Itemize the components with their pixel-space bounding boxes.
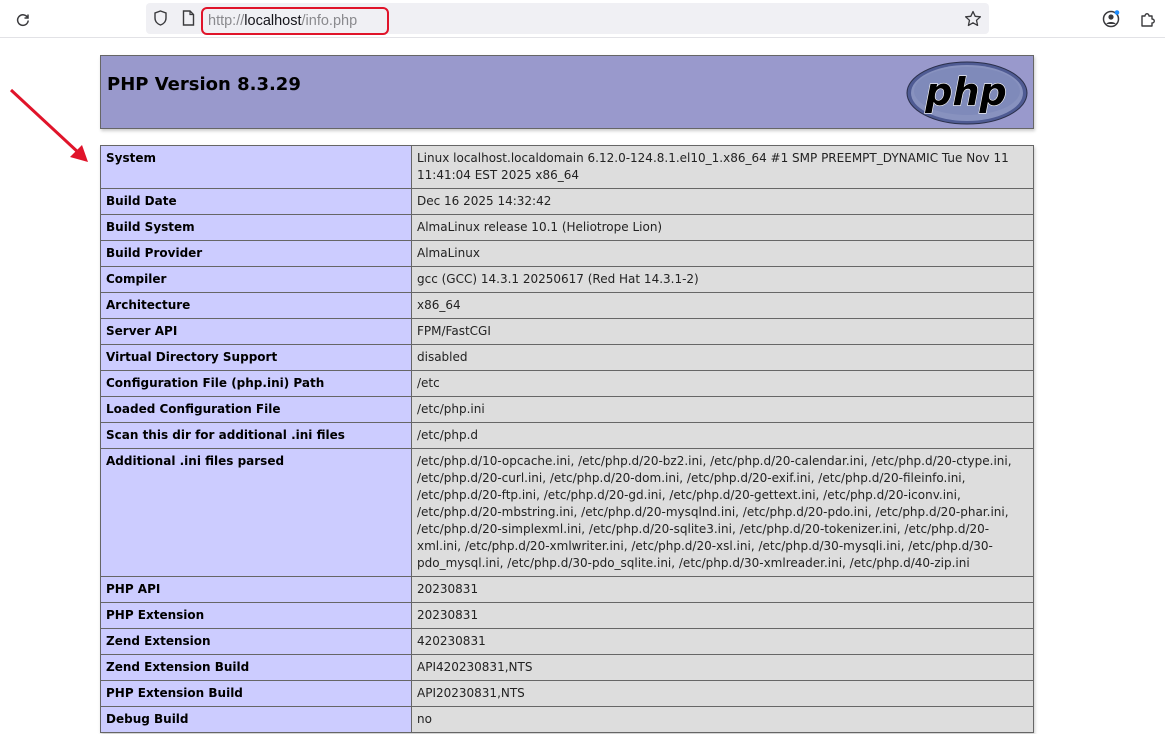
- info-value: /etc/php.d/10-opcache.ini, /etc/php.d/20…: [411, 448, 1034, 577]
- table-row: Additional .ini files parsed/etc/php.d/1…: [100, 448, 1034, 577]
- info-value: 420230831: [411, 628, 1034, 655]
- info-key: Compiler: [100, 266, 412, 293]
- table-row: Loaded Configuration File/etc/php.ini: [100, 396, 1034, 423]
- info-value: API20230831,NTS: [411, 680, 1034, 707]
- info-key: Zend Extension Build: [100, 654, 412, 681]
- info-value: 20230831: [411, 602, 1034, 629]
- info-value: FPM/FastCGI: [411, 318, 1034, 345]
- extensions-icon[interactable]: [1136, 7, 1160, 31]
- table-row: System Linux localhost.localdomain 6.12.0…: [100, 145, 1034, 189]
- logo-text: php: [924, 70, 1006, 114]
- account-icon[interactable]: [1099, 7, 1123, 31]
- table-row: Build Provider AlmaLinux: [100, 240, 1034, 267]
- info-value: /etc/php.d: [411, 422, 1034, 449]
- url-scheme: http://: [208, 13, 245, 29]
- table-row: Debug Build no: [100, 706, 1034, 733]
- shield-icon[interactable]: [152, 10, 168, 26]
- info-value: /etc/php.ini: [411, 396, 1034, 423]
- browser-toolbar: http://localhost/info.php: [0, 0, 1165, 38]
- info-value: API420230831,NTS: [411, 654, 1034, 681]
- url-text[interactable]: http://localhost/info.php: [201, 7, 389, 35]
- table-row: PHP Extension Build API20230831,NTS: [100, 680, 1034, 707]
- info-key: Build Provider: [100, 240, 412, 267]
- table-row: Configuration File (php.ini) Path/etc: [100, 370, 1034, 397]
- php-logo: php: [906, 61, 1028, 125]
- info-key: Virtual Directory Support: [100, 344, 412, 371]
- phpinfo-page: PHP Version 8.3.29 php System Linux local…: [100, 55, 1034, 733]
- table-row: Architecture x86_64: [100, 292, 1034, 319]
- info-key: Loaded Configuration File: [100, 396, 412, 423]
- page-icon[interactable]: [180, 10, 196, 26]
- url-host: localhost: [244, 13, 302, 29]
- table-row: PHP Extension 20230831: [100, 602, 1034, 629]
- info-value: 20230831: [411, 576, 1034, 603]
- table-row: Zend Extension 420230831: [100, 628, 1034, 655]
- annotation-arrow: [9, 88, 88, 162]
- info-key: System: [100, 145, 412, 189]
- reload-icon[interactable]: [11, 7, 35, 31]
- info-key: Additional .ini files parsed: [100, 448, 412, 577]
- info-key: PHP Extension Build: [100, 680, 412, 707]
- table-row: Build Date Dec 16 2025 14:32:42: [100, 188, 1034, 215]
- table-row: Compiler gcc (GCC) 14.3.1 20250617 (Red H…: [100, 266, 1034, 293]
- table-row: Build System AlmaLinux release 10.1 (Heli…: [100, 214, 1034, 241]
- info-key: Scan this dir for additional .ini files: [100, 422, 412, 449]
- info-key: PHP API: [100, 576, 412, 603]
- info-key: Debug Build: [100, 706, 412, 733]
- info-key: Server API: [100, 318, 412, 345]
- info-value: x86_64: [411, 292, 1034, 319]
- info-key: Build System: [100, 214, 412, 241]
- info-key: Configuration File (php.ini) Path: [100, 370, 412, 397]
- table-row: Scan this dir for additional .ini files /…: [100, 422, 1034, 449]
- info-value: Dec 16 2025 14:32:42: [411, 188, 1034, 215]
- info-value: no: [411, 706, 1034, 733]
- page-title: PHP Version 8.3.29: [107, 74, 301, 95]
- url-bar[interactable]: http://localhost/info.php: [146, 3, 989, 35]
- info-value: /etc: [411, 370, 1034, 397]
- table-row: Server API FPM/FastCGI: [100, 318, 1034, 345]
- table-row: Zend Extension Build API420230831,NTS: [100, 654, 1034, 681]
- info-key: PHP Extension: [100, 602, 412, 629]
- info-key: Architecture: [100, 292, 412, 319]
- phpinfo-header: PHP Version 8.3.29 php: [100, 55, 1034, 129]
- info-value: Linux localhost.localdomain 6.12.0-124.8…: [411, 145, 1034, 189]
- star-icon[interactable]: [963, 9, 983, 29]
- info-value: gcc (GCC) 14.3.1 20250617 (Red Hat 14.3.…: [411, 266, 1034, 293]
- table-row: Virtual Directory Support disabled: [100, 344, 1034, 371]
- info-table: System Linux localhost.localdomain 6.12.0…: [100, 145, 1034, 733]
- info-key: Build Date: [100, 188, 412, 215]
- info-value: AlmaLinux: [411, 240, 1034, 267]
- info-value: AlmaLinux release 10.1 (Heliotrope Lion): [411, 214, 1034, 241]
- url-path: /info.php: [301, 13, 358, 29]
- table-row: PHP API 20230831: [100, 576, 1034, 603]
- info-value: disabled: [411, 344, 1034, 371]
- info-key: Zend Extension: [100, 628, 412, 655]
